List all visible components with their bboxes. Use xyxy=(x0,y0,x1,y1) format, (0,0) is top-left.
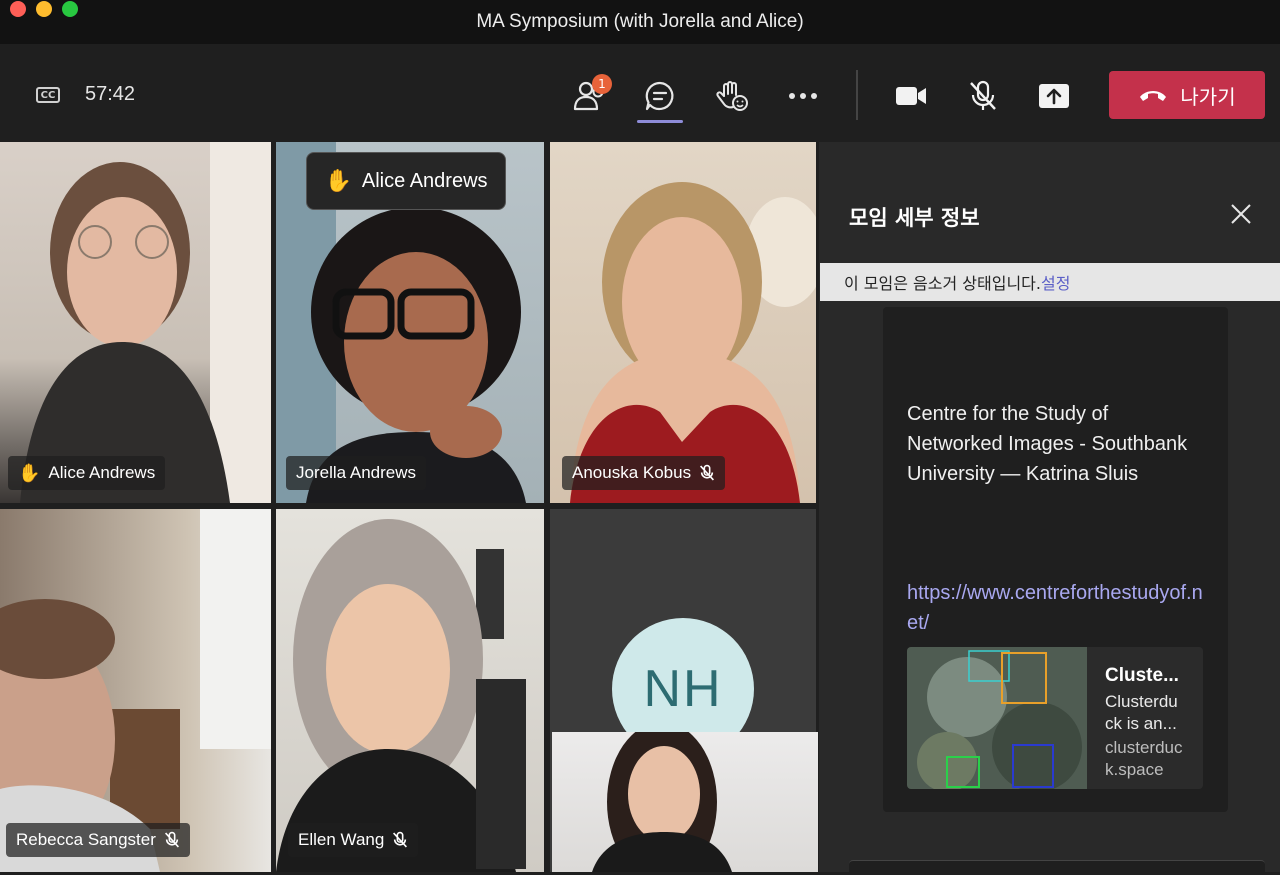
participant-name: Alice Andrews xyxy=(48,463,156,482)
participant-name-label: Rebecca Sangster xyxy=(6,823,190,857)
chat-icon xyxy=(645,81,674,111)
mute-notice: 이 모임은 음소거 상태입니다. 설정 xyxy=(820,263,1280,301)
compose-box[interactable] xyxy=(849,860,1265,875)
participant-name: Anouska Kobus xyxy=(572,463,692,482)
link-preview-description: Clusterduck is an... xyxy=(1105,692,1178,733)
meeting-timer: 57:42 xyxy=(85,83,136,105)
raise-hand-icon xyxy=(716,81,748,111)
more-options-button[interactable] xyxy=(781,74,825,118)
mic-off-icon xyxy=(970,80,996,110)
meeting-info-card: Centre for the Study of Networked Images… xyxy=(883,307,1228,812)
share-screen-button[interactable] xyxy=(1032,74,1076,118)
mic-off-icon xyxy=(393,831,408,848)
link-preview-thumbnail xyxy=(907,647,1087,789)
mute-notice-text: 이 모임은 음소거 상태입니다. xyxy=(844,274,1041,293)
captions-icon[interactable]: CC xyxy=(36,87,60,103)
card-text: Centre for the Study of Networked Images… xyxy=(907,403,1188,485)
mic-off-icon xyxy=(164,831,179,848)
raise-hand-emoji-icon: ✋ xyxy=(324,168,352,193)
window-title: MA Symposium (with Jorella and Alice) xyxy=(476,11,804,32)
raise-hand-emoji-icon: ✋ xyxy=(18,462,41,483)
participant-video-tile: Ellen Wang xyxy=(276,509,544,872)
close-icon[interactable] xyxy=(1229,202,1253,226)
participant-video-tile: Rebecca Sangster xyxy=(0,509,271,872)
share-icon xyxy=(1039,84,1069,108)
camera-button[interactable] xyxy=(889,74,933,118)
leave-button[interactable]: 나가기 xyxy=(1109,71,1265,119)
chat-active-indicator xyxy=(637,120,683,123)
link-preview-title: Cluste... xyxy=(1105,665,1179,686)
meeting-toolbar: CC 57:42 1 나가기 xyxy=(0,44,1280,142)
mic-off-icon xyxy=(700,464,715,481)
participant-name: Rebecca Sangster xyxy=(16,830,156,849)
raised-hand-name: Alice Andrews xyxy=(361,169,488,192)
toolbar-divider xyxy=(856,70,858,120)
title-bar: MA Symposium (with Jorella and Alice) xyxy=(0,0,1280,44)
panel-title: 모임 세부 정보 xyxy=(849,206,980,230)
zoom-window-button[interactable] xyxy=(62,1,78,17)
camera-icon xyxy=(896,87,926,105)
meeting-details-panel: 모임 세부 정보 이 모임은 음소거 상태입니다. 설정 Centre for t… xyxy=(819,142,1280,875)
mute-settings-link[interactable]: 설정 xyxy=(1041,270,1070,294)
link-preview-card[interactable]: Cluste... Clusterduck is an... clusterdu… xyxy=(907,647,1203,789)
phone-hangup-icon xyxy=(1140,91,1167,101)
window-controls xyxy=(10,0,78,17)
participant-name: Jorella Andrews xyxy=(296,463,417,482)
participant-video-tile: Anouska Kobus xyxy=(550,142,816,503)
participants-button[interactable]: 1 xyxy=(568,74,612,118)
participant-name-label: Jorella Andrews xyxy=(286,456,427,490)
microphone-button[interactable] xyxy=(961,74,1005,118)
participant-video xyxy=(0,509,271,872)
participant-video xyxy=(276,519,526,872)
reactions-button[interactable] xyxy=(710,74,754,118)
participant-name: Ellen Wang xyxy=(298,830,385,849)
participants-badge: 1 xyxy=(592,74,612,94)
card-link[interactable]: https://www.centreforthestudyof.net/ xyxy=(907,578,1207,638)
link-preview-site: clusterduck.space xyxy=(1105,738,1183,779)
raised-hand-banner: ✋ Alice Andrews xyxy=(306,152,506,210)
participant-video xyxy=(20,142,271,503)
self-video xyxy=(592,732,732,872)
participant-name-label: Ellen Wang xyxy=(288,823,419,857)
participant-video-tile: ✋ Alice Andrews xyxy=(0,142,271,503)
close-window-button[interactable] xyxy=(10,1,26,17)
more-icon xyxy=(789,93,817,99)
participant-name-label: ✋ Alice Andrews xyxy=(8,456,166,490)
minimize-window-button[interactable] xyxy=(36,1,52,17)
leave-label: 나가기 xyxy=(1180,84,1236,109)
participant-video xyxy=(570,182,816,503)
participant-name-label: Anouska Kobus xyxy=(562,456,726,490)
self-video-preview[interactable] xyxy=(552,732,818,872)
chat-button[interactable] xyxy=(638,74,682,118)
